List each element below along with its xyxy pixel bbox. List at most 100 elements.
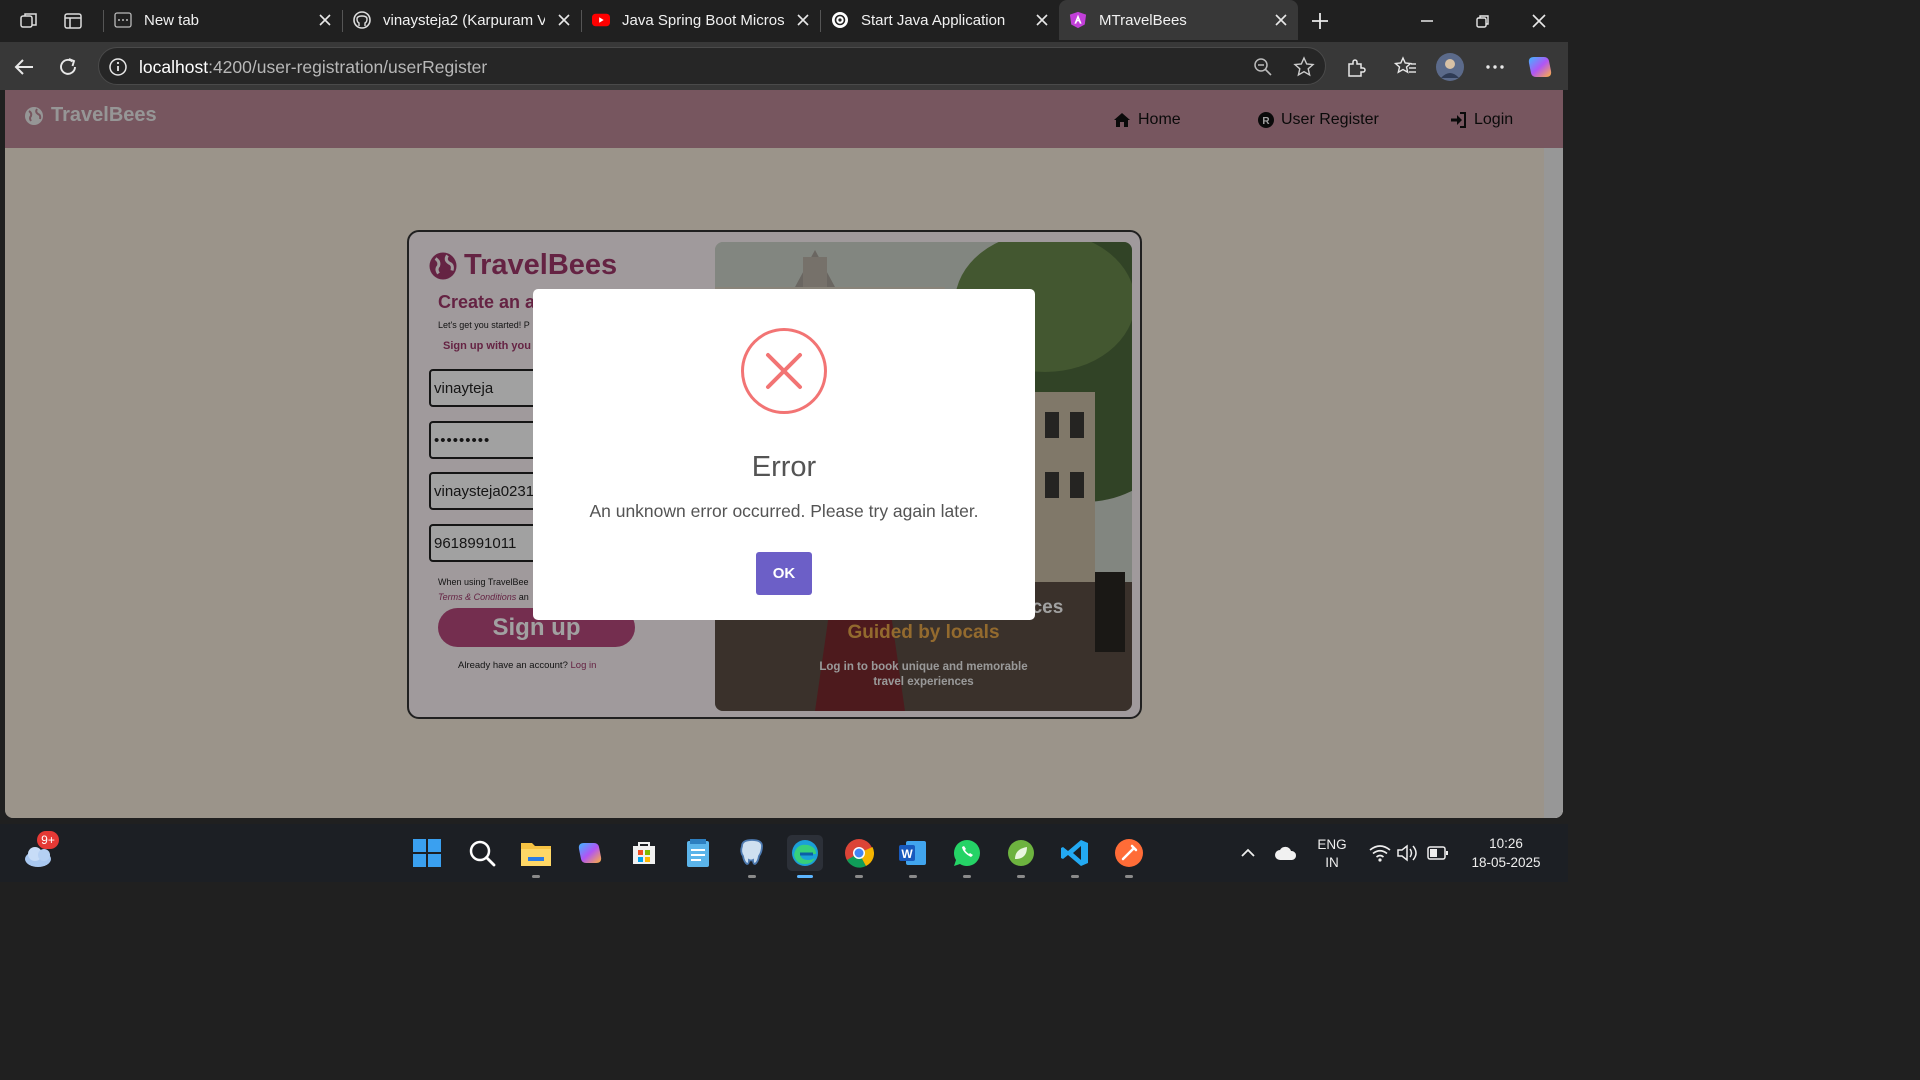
store-icon bbox=[633, 842, 655, 864]
tab-youtube[interactable]: Java Spring Boot Microse bbox=[582, 0, 820, 40]
close-tab-icon[interactable] bbox=[555, 11, 573, 29]
youtube-icon bbox=[592, 11, 610, 29]
taskbar-chrome[interactable] bbox=[841, 835, 877, 878]
taskbar-copilot[interactable] bbox=[572, 835, 608, 871]
start-button[interactable] bbox=[409, 835, 445, 871]
url-path: :4200/user-registration/userRegister bbox=[208, 57, 488, 77]
wifi-icon bbox=[1369, 845, 1391, 862]
favorites-icon[interactable] bbox=[1390, 51, 1422, 83]
tab-github[interactable]: vinaysteja2 (Karpuram Vinay bbox=[343, 0, 581, 40]
taskbar-vscode[interactable] bbox=[1057, 835, 1093, 878]
taskbar-postgresql[interactable] bbox=[734, 835, 770, 878]
battery-tray[interactable] bbox=[1420, 835, 1456, 871]
url-host: localhost bbox=[139, 57, 209, 77]
close-tab-icon[interactable] bbox=[316, 11, 334, 29]
language-top: ENG bbox=[1317, 837, 1347, 852]
copilot-icon[interactable] bbox=[1524, 51, 1556, 83]
taskbar-file-explorer[interactable] bbox=[518, 835, 554, 878]
refresh-icon[interactable] bbox=[52, 51, 84, 83]
running-indicator bbox=[1017, 875, 1025, 878]
running-indicator bbox=[963, 875, 971, 878]
running-indicator bbox=[855, 875, 863, 878]
more-menu-icon[interactable] bbox=[1479, 51, 1511, 83]
back-icon[interactable] bbox=[8, 51, 40, 83]
zoom-icon[interactable] bbox=[1253, 57, 1273, 82]
site-info-icon[interactable] bbox=[108, 57, 128, 82]
tab-title: New tab bbox=[144, 11, 200, 29]
tab-actions-icon[interactable] bbox=[57, 6, 89, 36]
restore-icon[interactable] bbox=[1467, 6, 1499, 36]
spring-leaf-icon bbox=[1008, 840, 1034, 866]
running-indicator bbox=[1125, 875, 1133, 878]
new-tab-plus-icon[interactable] bbox=[1304, 6, 1336, 36]
taskbar-notepad[interactable] bbox=[680, 835, 716, 871]
weather-badge: 9+ bbox=[37, 831, 59, 849]
new-tab-icon bbox=[114, 11, 132, 29]
running-indicator bbox=[1071, 875, 1079, 878]
tab-title: Java Spring Boot Microse bbox=[622, 11, 784, 29]
volume-icon bbox=[1397, 844, 1417, 862]
tab-new-tab[interactable]: New tab bbox=[104, 0, 342, 40]
web-page: TravelBees Home R User Register Login Tr… bbox=[5, 90, 1563, 818]
postgresql-elephant-icon bbox=[740, 839, 763, 865]
taskbar-whatsapp[interactable] bbox=[949, 835, 985, 878]
taskbar-word[interactable]: W bbox=[895, 835, 931, 878]
running-indicator bbox=[748, 875, 756, 878]
taskbar-edge[interactable] bbox=[787, 835, 823, 878]
close-window-icon[interactable] bbox=[1523, 6, 1555, 36]
tab-title: MTravelBees bbox=[1099, 11, 1187, 29]
weather-widget[interactable]: 9+ bbox=[20, 831, 60, 873]
postman-icon bbox=[1115, 839, 1143, 867]
url-text: localhost:4200/user-registration/userReg… bbox=[139, 57, 487, 78]
tab-chatgpt[interactable]: Start Java Application bbox=[821, 0, 1059, 40]
tab-title: Start Java Application bbox=[861, 11, 1006, 29]
minimize-icon[interactable] bbox=[1411, 6, 1443, 36]
ok-button[interactable]: OK bbox=[756, 552, 812, 595]
tab-mtravelbees[interactable]: MTravelBees bbox=[1059, 0, 1298, 40]
taskbar-postman[interactable] bbox=[1111, 835, 1147, 878]
chrome-icon bbox=[845, 839, 874, 868]
chevron-up-icon bbox=[1241, 848, 1255, 857]
svg-text:W: W bbox=[901, 847, 913, 861]
address-bar-row: localhost:4200/user-registration/userReg… bbox=[0, 42, 1568, 90]
onedrive-cloud-icon bbox=[1275, 846, 1297, 860]
url-input[interactable]: localhost:4200/user-registration/userReg… bbox=[98, 47, 1326, 85]
dialog-message: An unknown error occurred. Please try ag… bbox=[589, 501, 979, 521]
taskbar-spring-tools[interactable] bbox=[1003, 835, 1039, 878]
favorite-star-icon[interactable] bbox=[1293, 56, 1315, 83]
close-tab-icon[interactable] bbox=[794, 11, 812, 29]
dialog-title: Error bbox=[751, 451, 817, 483]
extensions-icon[interactable] bbox=[1340, 51, 1372, 83]
folder-icon bbox=[521, 843, 551, 866]
onedrive-tray[interactable] bbox=[1268, 835, 1304, 871]
copilot-icon bbox=[578, 843, 602, 863]
tab-title: vinaysteja2 (Karpuram Vinay bbox=[383, 11, 545, 29]
show-hidden-icons[interactable] bbox=[1230, 835, 1266, 871]
clock[interactable]: 10:26 18-05-2025 bbox=[1458, 834, 1554, 872]
battery-icon bbox=[1427, 846, 1448, 860]
running-indicator bbox=[532, 875, 540, 878]
angular-icon bbox=[1069, 11, 1087, 29]
search-icon bbox=[469, 840, 496, 867]
tab-bar: New tab vinaysteja2 (Karpuram Vinay Java… bbox=[0, 0, 1568, 42]
profile-avatar[interactable] bbox=[1434, 51, 1466, 83]
clock-date: 18-05-2025 bbox=[1471, 855, 1541, 870]
windows-icon bbox=[413, 839, 441, 867]
language-indicator[interactable]: ENG IN bbox=[1312, 836, 1352, 872]
word-icon: W bbox=[899, 841, 926, 865]
error-dialog: Error An unknown error occurred. Please … bbox=[533, 289, 1035, 620]
error-x-icon bbox=[741, 328, 827, 414]
github-icon bbox=[353, 11, 371, 29]
openai-icon bbox=[831, 11, 849, 29]
whatsapp-icon bbox=[954, 840, 980, 866]
close-tab-icon[interactable] bbox=[1033, 11, 1051, 29]
close-tab-icon[interactable] bbox=[1272, 11, 1290, 29]
running-indicator bbox=[909, 875, 917, 878]
running-indicator bbox=[797, 875, 813, 878]
taskbar-store[interactable] bbox=[626, 835, 662, 871]
notepad-icon bbox=[687, 839, 709, 867]
vscode-icon bbox=[1061, 840, 1088, 866]
workspaces-icon[interactable] bbox=[13, 6, 45, 36]
search-button[interactable] bbox=[464, 835, 500, 871]
taskbar: 9+ W ENG IN 10:26 18-05-2025 bbox=[0, 824, 1568, 882]
